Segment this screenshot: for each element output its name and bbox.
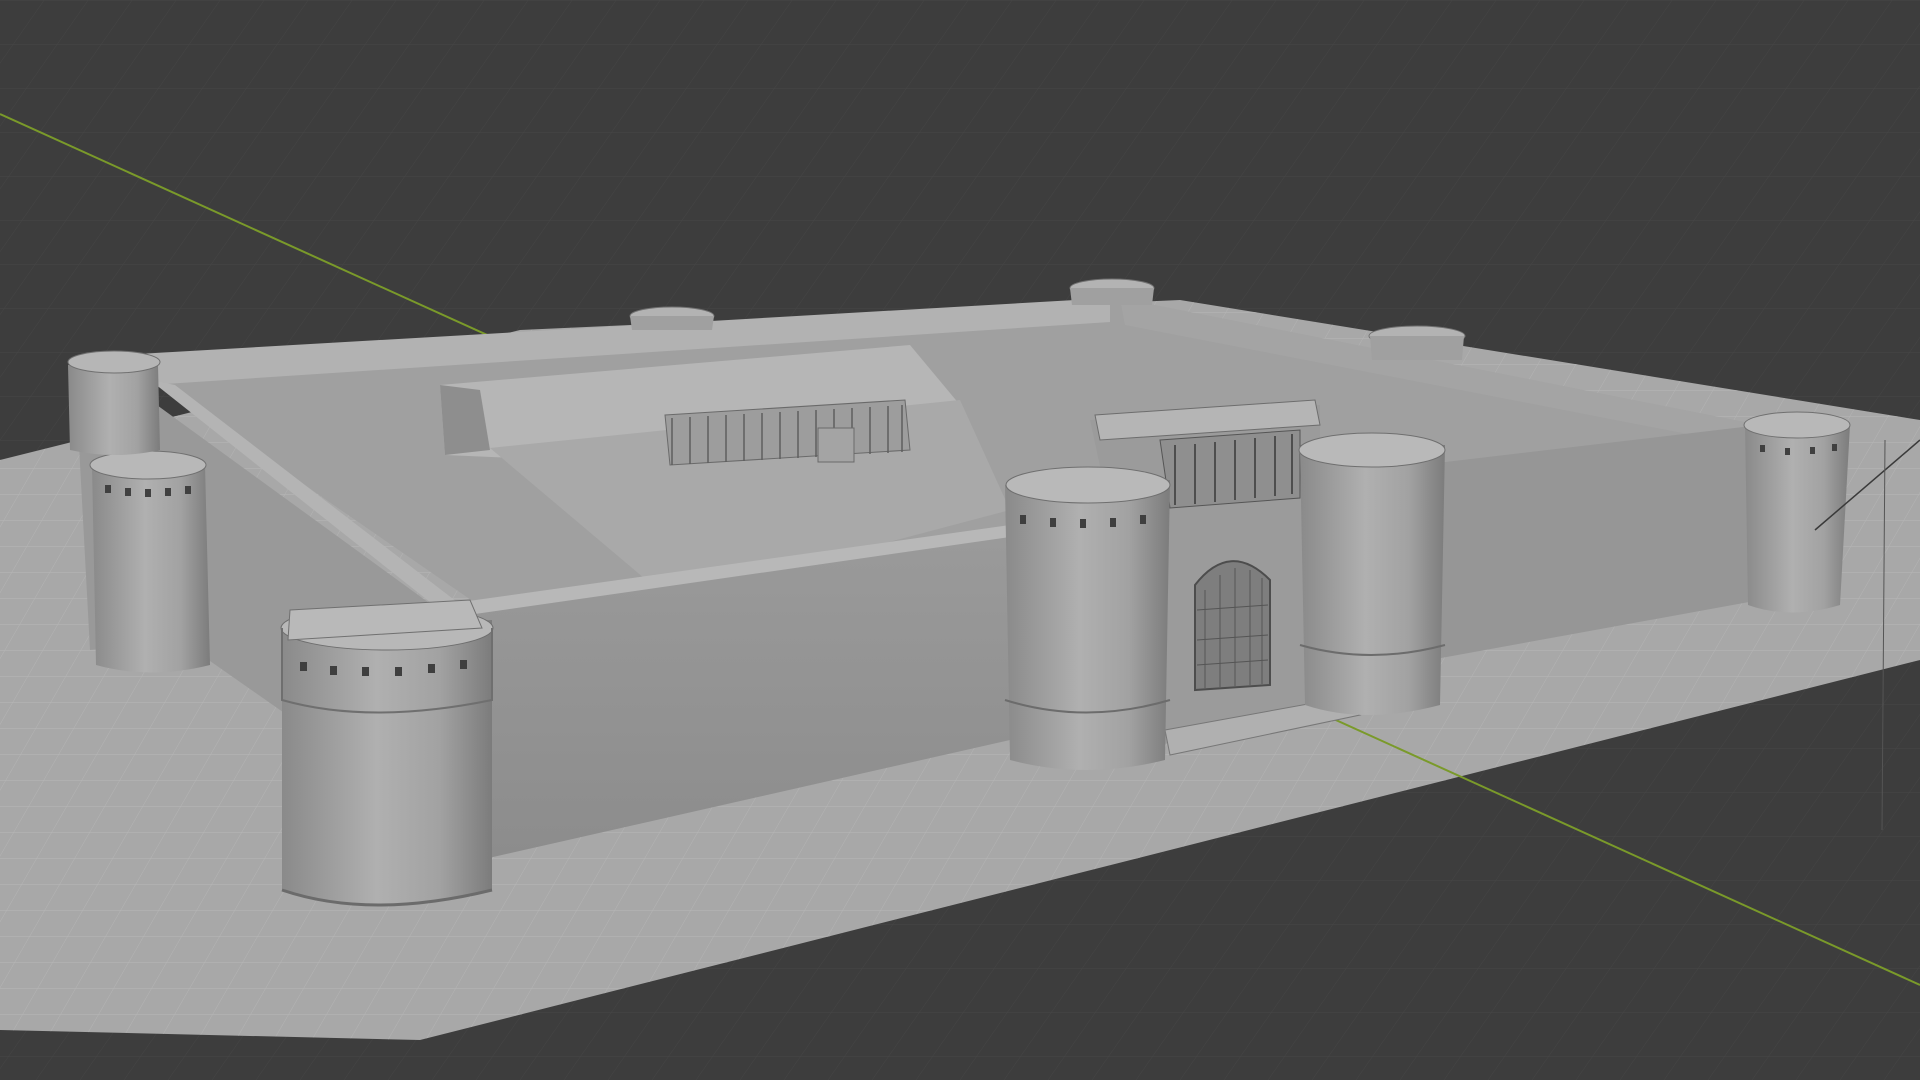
tower-front-left [280,599,494,907]
tower-back-middle [629,306,715,330]
gate-arch [1194,560,1271,692]
tower-back-left [67,350,161,455]
tower-gate-right [1298,432,1446,715]
3d-viewport[interactable] [0,0,1920,1080]
tower-gate-left [1004,466,1171,770]
viewport-canvas[interactable] [0,0,1920,1080]
tower-mid-left [89,450,210,673]
tower-back-center [1069,278,1155,305]
tower-back-right [1368,325,1466,360]
tower-right [1743,411,1851,613]
